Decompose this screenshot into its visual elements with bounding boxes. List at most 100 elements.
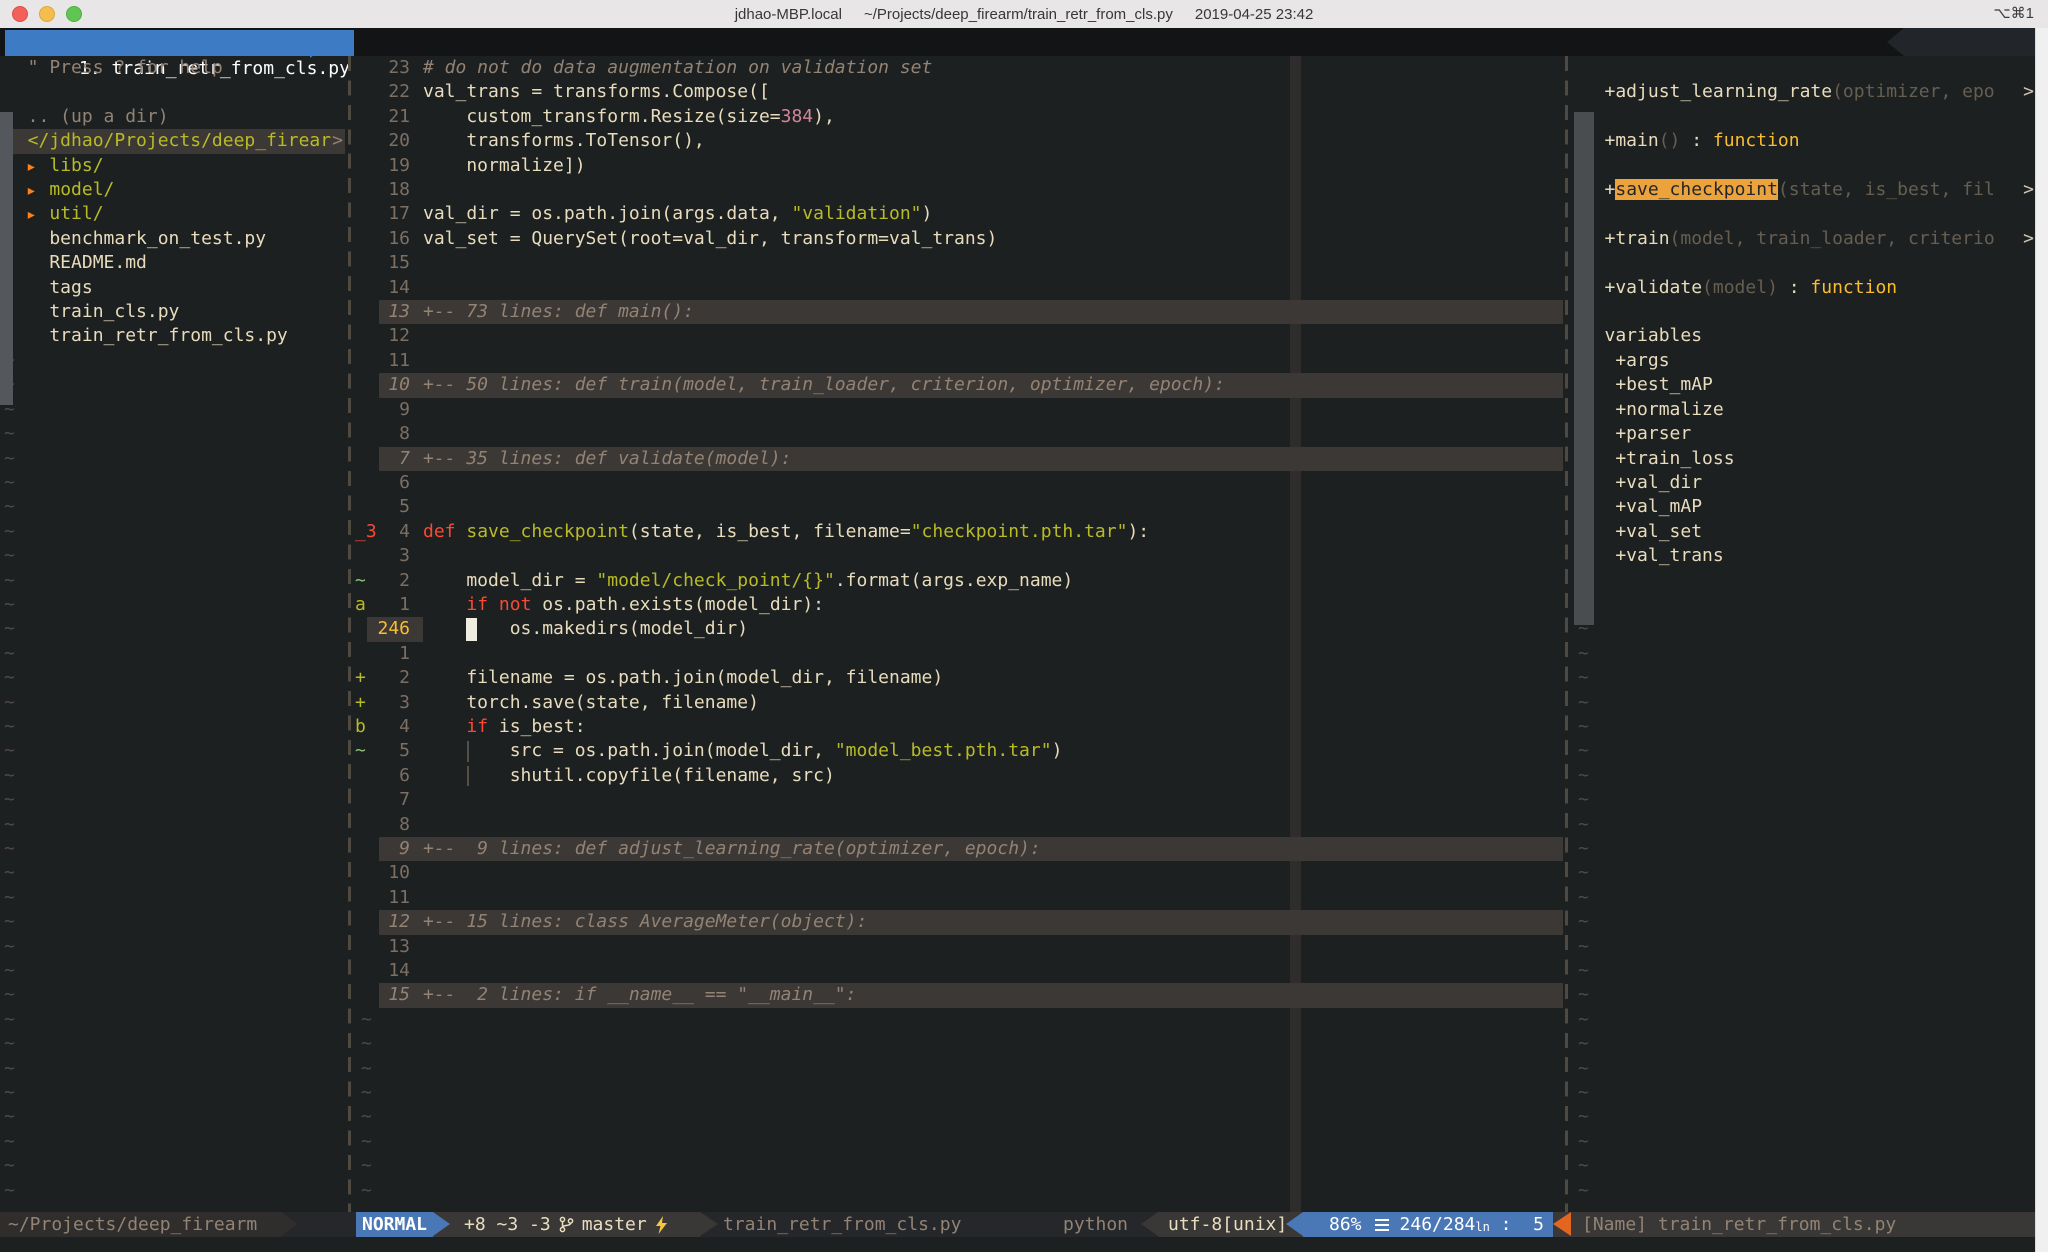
nerdtree-item[interactable]: .. (up a dir)	[0, 105, 345, 129]
editor-line[interactable]: 3	[353, 544, 1563, 568]
macos-scrollbar[interactable]	[2035, 28, 2048, 1252]
editor-line[interactable]: 21 custom_transform.Resize(size=384),	[353, 105, 1563, 129]
editor-line[interactable]: ~5 src = os.path.join(model_dir, "model_…	[353, 739, 1563, 763]
line-text: transforms.ToTensor(),	[423, 129, 705, 153]
editor-line[interactable]: 19 normalize])	[353, 154, 1563, 178]
editor-line[interactable]: 20 transforms.ToTensor(),	[353, 129, 1563, 153]
window-separator-right[interactable]	[1565, 56, 1568, 1212]
tagbar-item[interactable]: +parser	[1572, 422, 2036, 446]
line-text: # do not do data augmentation on validat…	[423, 56, 932, 80]
tagbar-scrollbar[interactable]	[1574, 112, 1594, 625]
editor-line[interactable]: _34def save_checkpoint(state, is_best, f…	[353, 520, 1563, 544]
minimize-button[interactable]	[39, 6, 55, 22]
token: :	[1778, 277, 1811, 298]
nontext-tilde: ~	[4, 544, 15, 568]
editor-line[interactable]: 13	[353, 935, 1563, 959]
editor-line[interactable]: 12	[353, 324, 1563, 348]
line-text: +-- 50 lines: def train(model, train_loa…	[423, 373, 1225, 397]
tagbar-item[interactable]: +val_set	[1572, 520, 2036, 544]
nontext-tilde: ~	[1578, 813, 1589, 837]
editor-line[interactable]: 9	[353, 398, 1563, 422]
tagbar-item[interactable]: +save_checkpoint(state, is_best, fil>	[1572, 178, 2036, 202]
nontext-tilde: ~	[4, 617, 15, 641]
editor-line[interactable]: 10	[353, 861, 1563, 885]
tagbar-item[interactable]: +adjust_learning_rate(optimizer, epo>	[1572, 80, 2036, 104]
nontext-tilde: ~	[361, 1130, 372, 1154]
editor-line[interactable]: 7	[353, 788, 1563, 812]
editor-line[interactable]: +2 filename = os.path.join(model_dir, fi…	[353, 666, 1563, 690]
nerdtree-scrollbar[interactable]	[0, 112, 13, 405]
editor-line[interactable]: 16val_set = QuerySet(root=val_dir, trans…	[353, 227, 1563, 251]
cursor-column: : 5	[1490, 1212, 1544, 1237]
editor-line[interactable]: 5	[353, 495, 1563, 519]
tilde-line: ~	[0, 959, 345, 983]
fold-line[interactable]: 12+-- 15 lines: class AverageMeter(objec…	[353, 910, 1563, 934]
editor-line[interactable]: 14	[353, 959, 1563, 983]
nerdtree-item[interactable]: ▸ libs/	[0, 154, 345, 178]
nerdtree-panel[interactable]: " Press ? for help .. (up a dir) </jdhao…	[0, 56, 345, 1212]
editor-line[interactable]: 18	[353, 178, 1563, 202]
vim-tabline: 1. train_retr_from_cls.py buffers	[0, 28, 2048, 56]
editor-panel[interactable]: 23# do not do data augmentation on valid…	[353, 56, 1563, 1212]
editor-line[interactable]: 11	[353, 349, 1563, 373]
editor-line[interactable]: 11	[353, 886, 1563, 910]
nerdtree-root-item[interactable]: </jdhao/Projects/deep_firear>	[0, 129, 345, 153]
editor-line[interactable]: 22val_trans = transforms.Compose([	[353, 80, 1563, 104]
fold-line[interactable]: 7+-- 35 lines: def validate(model):	[353, 447, 1563, 471]
editor-line[interactable]: b4 if is_best:	[353, 715, 1563, 739]
editor-line[interactable]: 246 os.makedirs(model_dir)	[353, 617, 1563, 641]
editor-line[interactable]: 6 shutil.copyfile(filename, src)	[353, 764, 1563, 788]
nerdtree-item[interactable]	[0, 80, 345, 104]
tagbar-item[interactable]: +val_trans	[1572, 544, 2036, 568]
editor-line[interactable]: 8	[353, 813, 1563, 837]
nerdtree-item[interactable]: train_retr_from_cls.py	[0, 324, 345, 348]
tab-train-retr-from-cls[interactable]: 1. train_retr_from_cls.py	[5, 30, 354, 56]
editor-line[interactable]: ~2 model_dir = "model/check_point/{}".fo…	[353, 569, 1563, 593]
tagbar-item[interactable]: +best_mAP	[1572, 373, 2036, 397]
tagbar-item[interactable]: +train(model, train_loader, criterio>	[1572, 227, 2036, 251]
editor-line[interactable]: 14	[353, 276, 1563, 300]
editor-line[interactable]: 1	[353, 642, 1563, 666]
tilde-line: ~	[1572, 1105, 2036, 1129]
editor-line[interactable]: +3 torch.save(state, filename)	[353, 691, 1563, 715]
token: README.md	[6, 252, 147, 273]
vim-command-line[interactable]	[0, 1237, 2048, 1252]
editor-line[interactable]: 8	[353, 422, 1563, 446]
fold-line[interactable]: 10+-- 50 lines: def train(model, train_l…	[353, 373, 1563, 397]
fold-line[interactable]: 13+-- 73 lines: def main():	[353, 300, 1563, 324]
editor-line[interactable]: a1 if not os.path.exists(model_dir):	[353, 593, 1563, 617]
close-button[interactable]	[12, 6, 28, 22]
editor-line[interactable]: 23# do not do data augmentation on valid…	[353, 56, 1563, 80]
nerdtree-item[interactable]: README.md	[0, 251, 345, 275]
window-separator-left[interactable]	[348, 56, 351, 1212]
window-titlebar[interactable]: jdhao-MBP.local ~/Projects/deep_firearm/…	[0, 0, 2048, 29]
token: function	[1810, 277, 1897, 298]
tagbar-item[interactable]: +normalize	[1572, 398, 2036, 422]
editor-line[interactable]: 17val_dir = os.path.join(args.data, "val…	[353, 202, 1563, 226]
tilde-line: ~	[0, 715, 345, 739]
nerdtree-item[interactable]: ▸ model/	[0, 178, 345, 202]
token: variables	[1594, 325, 1702, 346]
nontext-tilde: ~	[4, 1057, 15, 1081]
nerdtree-item[interactable]: train_cls.py	[0, 300, 345, 324]
powerline-arrow	[433, 1212, 450, 1236]
tagbar-item[interactable]: +train_loss	[1572, 447, 2036, 471]
tagbar-item[interactable]: +val_dir	[1572, 471, 2036, 495]
tagbar-item[interactable]: +main() : function	[1572, 129, 2036, 153]
nerdtree-item[interactable]: " Press ? for help	[0, 56, 345, 80]
nerdtree-item[interactable]: benchmark_on_test.py	[0, 227, 345, 251]
nerdtree-item[interactable]: ▸ util/	[0, 202, 345, 226]
tagbar-item[interactable]: +args	[1572, 349, 2036, 373]
tilde-line: ~	[1572, 813, 2036, 837]
tilde-line: ~	[1572, 935, 2036, 959]
tagbar-item[interactable]: +val_mAP	[1572, 495, 2036, 519]
nerdtree-item[interactable]: tags	[0, 276, 345, 300]
editor-line[interactable]: 6	[353, 471, 1563, 495]
tagbar-item[interactable]: ▼ variables	[1572, 324, 2036, 348]
tagbar-panel[interactable]: +adjust_learning_rate(optimizer, epo> +m…	[1572, 56, 2036, 1212]
fold-line[interactable]: 9+-- 9 lines: def adjust_learning_rate(o…	[353, 837, 1563, 861]
tagbar-item[interactable]: +validate(model) : function	[1572, 276, 2036, 300]
fold-line[interactable]: 15+-- 2 lines: if __name__ == "__main__"…	[353, 983, 1563, 1007]
editor-line[interactable]: 15	[353, 251, 1563, 275]
zoom-button[interactable]	[66, 6, 82, 22]
